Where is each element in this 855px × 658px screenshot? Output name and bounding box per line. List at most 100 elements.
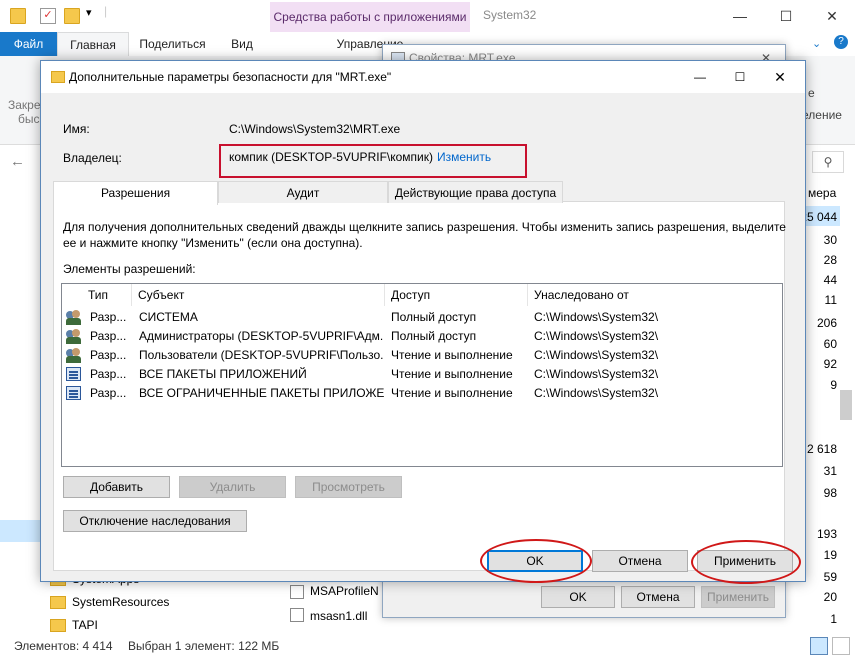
context-tab-app-tools[interactable]: Средства работы с приложениями: [270, 2, 470, 32]
row-type: Разр...: [90, 367, 127, 381]
row-subject: Администраторы (DESKTOP-5VUPRIF\Адм...: [139, 329, 384, 343]
size-column-header[interactable]: мера: [808, 186, 836, 200]
dll-file-icon: [290, 608, 304, 622]
row-access: Чтение и выполнение: [391, 348, 513, 362]
column-header-inherited[interactable]: Унаследовано от: [528, 284, 780, 306]
ribbon-label-right-2: еление: [802, 108, 842, 122]
permission-entries-list[interactable]: Тип Субъект Доступ Унаследовано от Разр.…: [61, 283, 783, 467]
row-access: Полный доступ: [391, 310, 477, 324]
tab-effective-access[interactable]: Действующие права доступа: [388, 181, 563, 203]
back-arrow-icon[interactable]: ←: [10, 153, 25, 170]
change-owner-link[interactable]: Изменить: [437, 150, 491, 164]
column-header-access[interactable]: Доступ: [385, 284, 528, 306]
table-row[interactable]: Разр... Пользователи (DESKTOP-5VUPRIF\По…: [62, 346, 780, 365]
size-value: 1: [830, 612, 837, 626]
row-subject: ВСЕ ПАКЕТЫ ПРИЛОЖЕНИЙ: [139, 367, 307, 381]
ribbon-label-left: Закре: [8, 98, 41, 112]
tab-file[interactable]: Файл: [0, 32, 57, 56]
apply-highlight-ring: [691, 540, 801, 584]
tab-home[interactable]: Главная: [57, 32, 129, 57]
dialog-close-button[interactable]: ✕: [765, 61, 795, 93]
row-subject: ВСЕ ОГРАНИЧЕННЫЕ ПАКЕТЫ ПРИЛОЖЕ...: [139, 386, 384, 400]
column-header-subject[interactable]: Субъект: [132, 284, 385, 306]
add-button[interactable]: Добавить: [63, 476, 170, 498]
row-type: Разр...: [90, 329, 127, 343]
app-package-icon: [66, 386, 81, 400]
minimize-button[interactable]: —: [717, 0, 763, 32]
owner-label: Владелец:: [63, 151, 122, 165]
table-row[interactable]: Разр... ВСЕ ПАКЕТЫ ПРИЛОЖЕНИЙ Чтение и в…: [62, 365, 780, 384]
user-group-icon: [66, 348, 82, 363]
user-group-icon: [66, 329, 82, 344]
maximize-button[interactable]: ☐: [763, 0, 809, 32]
remove-button[interactable]: Удалить: [179, 476, 286, 498]
info-text-line2: ее и нажмите кнопку "Изменить" (если она…: [63, 236, 363, 250]
table-row[interactable]: Разр... ВСЕ ОГРАНИЧЕННЫЕ ПАКЕТЫ ПРИЛОЖЕ.…: [62, 384, 780, 403]
folder-icon: [10, 8, 26, 24]
new-folder-icon[interactable]: [64, 8, 80, 24]
size-value: 20: [823, 590, 837, 604]
table-row[interactable]: Разр... СИСТЕМА Полный доступ C:\Windows…: [62, 308, 780, 327]
file-item[interactable]: msasn1.dll: [310, 609, 367, 623]
cancel-button[interactable]: Отмена: [592, 550, 688, 572]
properties-apply-button[interactable]: Применить: [701, 586, 775, 608]
separator: |: [104, 4, 108, 18]
details-view-icon[interactable]: [810, 637, 828, 655]
row-access: Чтение и выполнение: [391, 386, 513, 400]
user-group-icon: [66, 310, 82, 325]
tab-view[interactable]: Вид: [222, 32, 262, 56]
status-selected: Выбран 1 элемент: 122 МБ: [128, 639, 280, 653]
sidebar-item-systemresources[interactable]: SystemResources: [50, 591, 169, 613]
table-row[interactable]: Разр... Администраторы (DESKTOP-5VUPRIF\…: [62, 327, 780, 346]
row-access: Полный доступ: [391, 329, 477, 343]
row-subject: СИСТЕМА: [139, 310, 198, 324]
file-item[interactable]: MSAProfileN: [310, 584, 379, 598]
name-value: C:\Windows\System32\MRT.exe: [229, 122, 401, 136]
app-package-icon: [66, 367, 81, 381]
size-value: 31: [823, 464, 837, 478]
advanced-security-dialog: Дополнительные параметры безопасности дл…: [40, 60, 806, 584]
sidebar-item-tapi[interactable]: TAPI: [50, 614, 98, 636]
window-title: System32: [483, 8, 537, 22]
row-inherited: C:\Windows\System32\: [534, 348, 659, 362]
scrollbar-thumb[interactable]: [840, 390, 852, 420]
sidebar-selected-item: [0, 520, 40, 542]
ribbon-label-left-2: быс: [18, 112, 40, 126]
properties-cancel-button[interactable]: Отмена: [621, 586, 695, 608]
row-inherited: C:\Windows\System32\: [534, 329, 659, 343]
size-value: 28: [823, 253, 837, 267]
column-header-type[interactable]: Тип: [82, 284, 132, 306]
search-icon[interactable]: ⚲: [812, 151, 844, 173]
qa-dropdown-icon[interactable]: ▾: [86, 6, 92, 19]
view-button[interactable]: Просмотреть: [295, 476, 402, 498]
size-value: 19: [823, 548, 837, 562]
folder-icon: [50, 596, 66, 610]
status-item-count: Элементов: 4 414: [14, 639, 113, 653]
row-access: Чтение и выполнение: [391, 367, 513, 381]
disable-inheritance-button[interactable]: Отключение наследования: [63, 510, 247, 532]
dialog-title: Дополнительные параметры безопасности дл…: [69, 70, 392, 84]
tab-share[interactable]: Поделиться: [135, 32, 210, 56]
permission-entries-label: Элементы разрешений:: [63, 262, 196, 276]
tab-audit[interactable]: Аудит: [218, 181, 388, 203]
size-value: 193: [816, 527, 837, 541]
properties-ok-button[interactable]: OK: [541, 586, 615, 608]
properties-check-icon[interactable]: ✓: [40, 8, 56, 24]
row-inherited: C:\Windows\System32\: [534, 386, 659, 400]
dialog-titlebar: Дополнительные параметры безопасности дл…: [41, 61, 805, 93]
tiles-view-icon[interactable]: [832, 637, 850, 655]
name-label: Имя:: [63, 122, 90, 136]
dialog-maximize-button[interactable]: ☐: [725, 61, 755, 93]
folder-icon: [50, 619, 66, 633]
size-value: 44: [823, 273, 837, 287]
row-inherited: C:\Windows\System32\: [534, 310, 659, 324]
tab-permissions[interactable]: Разрешения: [53, 181, 218, 205]
row-subject: Пользователи (DESKTOP-5VUPRIF\Пользо...: [139, 348, 384, 362]
dialog-minimize-button[interactable]: —: [685, 61, 715, 93]
row-type: Разр...: [90, 386, 127, 400]
help-icon[interactable]: ?: [834, 35, 848, 49]
size-value: 60: [823, 337, 837, 351]
close-button[interactable]: ✕: [809, 0, 855, 32]
ribbon-collapse-icon[interactable]: ⌄: [812, 37, 821, 50]
ok-highlight-ring: [480, 539, 592, 583]
